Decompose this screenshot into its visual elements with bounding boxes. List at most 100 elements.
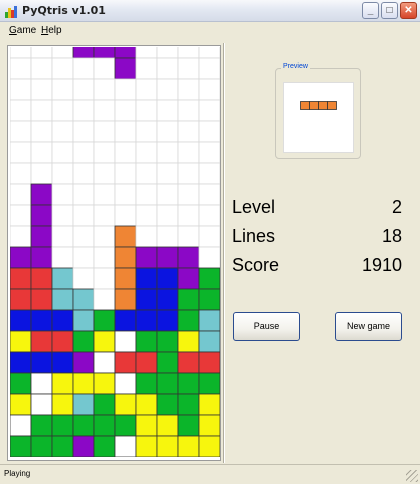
- block-cell: [114, 351, 137, 374]
- empty-cell: [30, 57, 53, 80]
- block-cell: [198, 288, 220, 311]
- empty-cell: [135, 141, 158, 164]
- block-cell: [30, 267, 53, 290]
- empty-cell: [30, 78, 53, 101]
- empty-cell: [10, 78, 32, 101]
- empty-cell: [198, 162, 220, 185]
- empty-cell: [10, 47, 32, 59]
- block-cell: [135, 372, 158, 395]
- empty-cell: [156, 141, 179, 164]
- panel-separator: [223, 43, 225, 463]
- block-cell: [177, 435, 200, 457]
- game-board[interactable]: [10, 47, 220, 457]
- empty-cell: [198, 78, 220, 101]
- block-cell: [10, 414, 32, 437]
- lines-value: 18: [381, 226, 402, 246]
- empty-cell: [156, 99, 179, 122]
- empty-cell: [10, 120, 32, 143]
- empty-cell: [156, 183, 179, 206]
- close-button[interactable]: ✕: [400, 2, 417, 19]
- empty-cell: [51, 78, 74, 101]
- empty-cell: [177, 183, 200, 206]
- block-cell: [177, 246, 200, 269]
- title-bar[interactable]: PyQtris v1.01 _ □ ✕: [0, 0, 420, 22]
- block-cell: [93, 47, 116, 59]
- preview-block: [318, 101, 328, 110]
- block-cell: [51, 351, 74, 374]
- block-cell: [10, 351, 32, 374]
- empty-cell: [114, 204, 137, 227]
- block-cell: [10, 435, 32, 457]
- empty-cell: [72, 78, 95, 101]
- empty-cell: [10, 183, 32, 206]
- empty-cell: [177, 57, 200, 80]
- empty-cell: [114, 99, 137, 122]
- empty-cell: [156, 78, 179, 101]
- empty-cell: [51, 57, 74, 80]
- empty-cell: [93, 183, 116, 206]
- minimize-button[interactable]: _: [362, 2, 379, 19]
- block-cell: [10, 246, 32, 269]
- empty-cell: [198, 99, 220, 122]
- block-cell: [51, 435, 74, 457]
- block-cell: [156, 393, 179, 416]
- block-cell: [135, 351, 158, 374]
- block-cell: [72, 414, 95, 437]
- block-cell: [114, 372, 137, 395]
- block-cell: [10, 267, 32, 290]
- empty-cell: [177, 204, 200, 227]
- block-cell: [114, 309, 137, 332]
- empty-cell: [135, 183, 158, 206]
- empty-cell: [10, 99, 32, 122]
- empty-cell: [51, 225, 74, 248]
- empty-cell: [114, 183, 137, 206]
- block-cell: [198, 372, 220, 395]
- empty-cell: [135, 78, 158, 101]
- block-cell: [93, 372, 116, 395]
- block-cell: [72, 309, 95, 332]
- new-game-button[interactable]: New game: [335, 312, 402, 341]
- block-cell: [156, 267, 179, 290]
- maximize-button[interactable]: □: [381, 2, 398, 19]
- empty-cell: [177, 78, 200, 101]
- empty-cell: [30, 141, 53, 164]
- empty-cell: [198, 225, 220, 248]
- block-cell: [72, 435, 95, 457]
- preview-block: [300, 101, 310, 110]
- empty-cell: [30, 47, 53, 59]
- resize-grip-icon[interactable]: [406, 470, 418, 482]
- empty-cell: [10, 57, 32, 80]
- empty-cell: [135, 204, 158, 227]
- empty-cell: [177, 225, 200, 248]
- status-bar: Playing: [0, 464, 420, 484]
- empty-cell: [177, 141, 200, 164]
- empty-cell: [51, 183, 74, 206]
- menu-help[interactable]: Help: [41, 25, 62, 36]
- empty-cell: [72, 99, 95, 122]
- block-cell: [198, 330, 220, 353]
- empty-cell: [30, 162, 53, 185]
- empty-cell: [198, 47, 220, 59]
- block-cell: [30, 435, 53, 457]
- block-cell: [114, 330, 137, 353]
- score-label: Score: [232, 255, 280, 275]
- block-cell: [135, 330, 158, 353]
- menu-game[interactable]: Game: [9, 25, 36, 36]
- block-cell: [93, 435, 116, 457]
- app-icon: [5, 4, 19, 18]
- empty-cell: [135, 225, 158, 248]
- empty-cell: [93, 120, 116, 143]
- block-cell: [30, 393, 53, 416]
- block-cell: [156, 414, 179, 437]
- empty-cell: [93, 162, 116, 185]
- empty-cell: [114, 162, 137, 185]
- block-cell: [135, 435, 158, 457]
- block-cell: [51, 372, 74, 395]
- level-value: 2: [391, 197, 402, 217]
- empty-cell: [72, 225, 95, 248]
- pause-button[interactable]: Pause: [233, 312, 300, 341]
- block-cell: [114, 267, 137, 290]
- block-cell: [93, 330, 116, 353]
- block-cell: [72, 47, 95, 59]
- block-cell: [51, 330, 74, 353]
